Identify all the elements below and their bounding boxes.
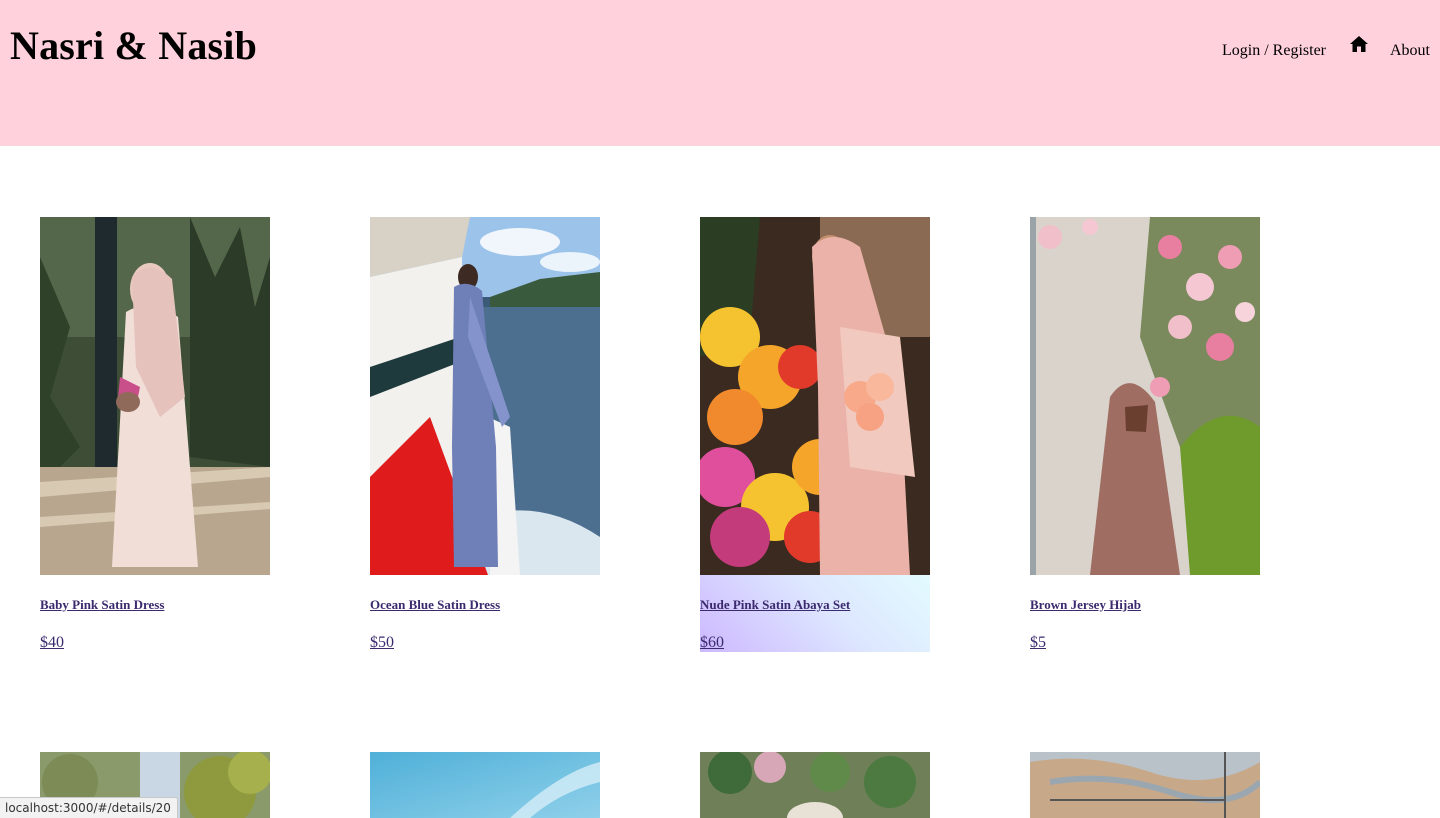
brand-title[interactable]: Nasri & Nasib (10, 22, 257, 70)
site-header: Nasri & Nasib Login / Register About (0, 0, 1440, 146)
product-price-link[interactable]: $40 (40, 634, 64, 652)
product-name-link[interactable]: Baby Pink Satin Dress (40, 597, 164, 613)
login-register-link[interactable]: Login / Register (1222, 34, 1326, 68)
page: Nasri & Nasib Login / Register About Bab… (0, 0, 1440, 818)
product-image[interactable] (1030, 217, 1260, 575)
product-image[interactable] (40, 217, 270, 575)
product-price-link[interactable]: $50 (370, 634, 394, 652)
product-image[interactable] (700, 217, 930, 575)
home-icon[interactable] (1348, 33, 1370, 55)
product-name-link[interactable]: Ocean Blue Satin Dress (370, 597, 500, 613)
product-price-link[interactable]: $60 (700, 634, 724, 652)
product-image[interactable] (1030, 752, 1260, 818)
product-name-link[interactable]: Brown Jersey Hijab (1030, 597, 1141, 613)
product-image[interactable] (370, 752, 600, 818)
product-image[interactable] (370, 217, 600, 575)
hover-highlight (700, 575, 930, 652)
product-image[interactable] (700, 752, 930, 818)
product-name-link[interactable]: Nude Pink Satin Abaya Set (700, 597, 850, 613)
about-link[interactable]: About (1390, 34, 1430, 68)
product-price-link[interactable]: $5 (1030, 634, 1046, 652)
status-bar-url: localhost:3000/#/details/20 (0, 797, 178, 818)
main-nav: Login / Register About (1222, 34, 1430, 68)
